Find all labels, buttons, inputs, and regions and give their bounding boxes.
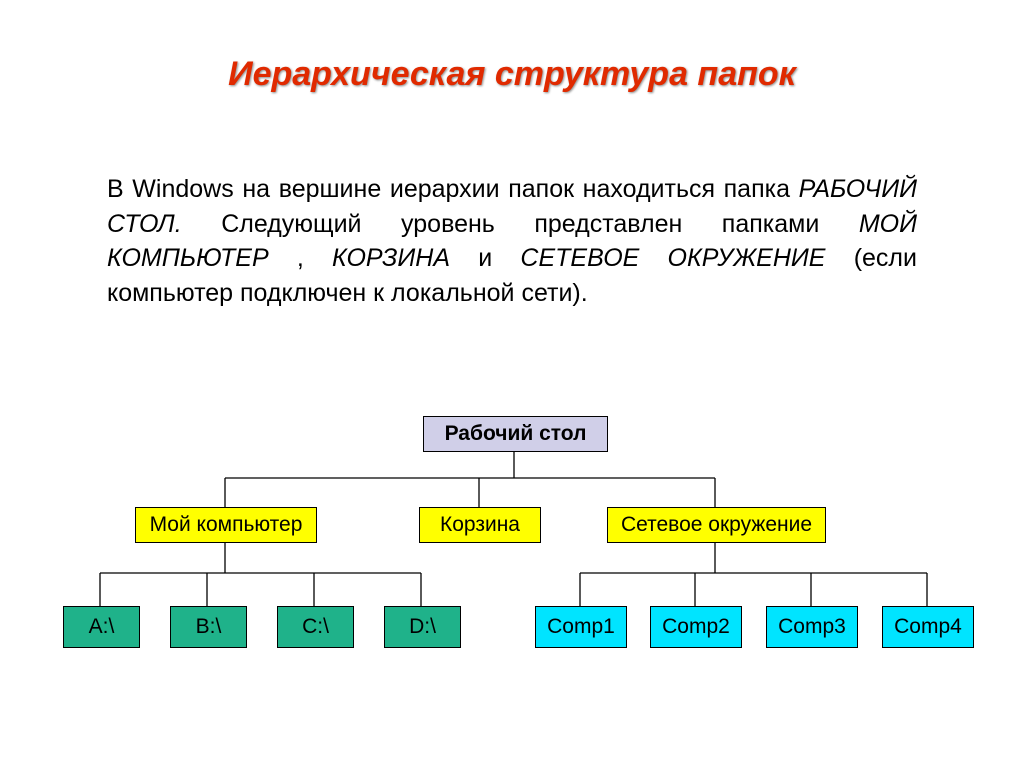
para-text: и [478,244,520,272]
slide-title: Иерархическая структура папок [0,55,1024,94]
description-paragraph: В Windows на вершине иерархии папок нахо… [107,172,917,310]
slide-canvas: Иерархическая структура папок В Windows … [0,0,1024,768]
node-recycle-bin: Корзина [419,507,541,543]
para-em-network: СЕТЕВОЕ ОКРУЖЕНИЕ [520,244,825,272]
node-comp2: Comp2 [650,606,742,648]
node-comp1: Comp1 [535,606,627,648]
para-text: , [297,244,332,272]
node-my-computer: Мой компьютер [135,507,317,543]
node-drive-b: B:\ [170,606,247,648]
para-text: В Windows на вершине иерархии папок нахо… [107,175,799,203]
node-drive-c: C:\ [277,606,354,648]
para-text: Следующий уровень представлен папками [221,210,859,238]
node-desktop: Рабочий стол [423,416,608,452]
para-em-recycle: КОРЗИНА [332,244,450,272]
node-drive-d: D:\ [384,606,461,648]
tree-connectors [0,0,1024,768]
node-comp4: Comp4 [882,606,974,648]
node-comp3: Comp3 [766,606,858,648]
node-network: Сетевое окружение [607,507,826,543]
node-drive-a: A:\ [63,606,140,648]
